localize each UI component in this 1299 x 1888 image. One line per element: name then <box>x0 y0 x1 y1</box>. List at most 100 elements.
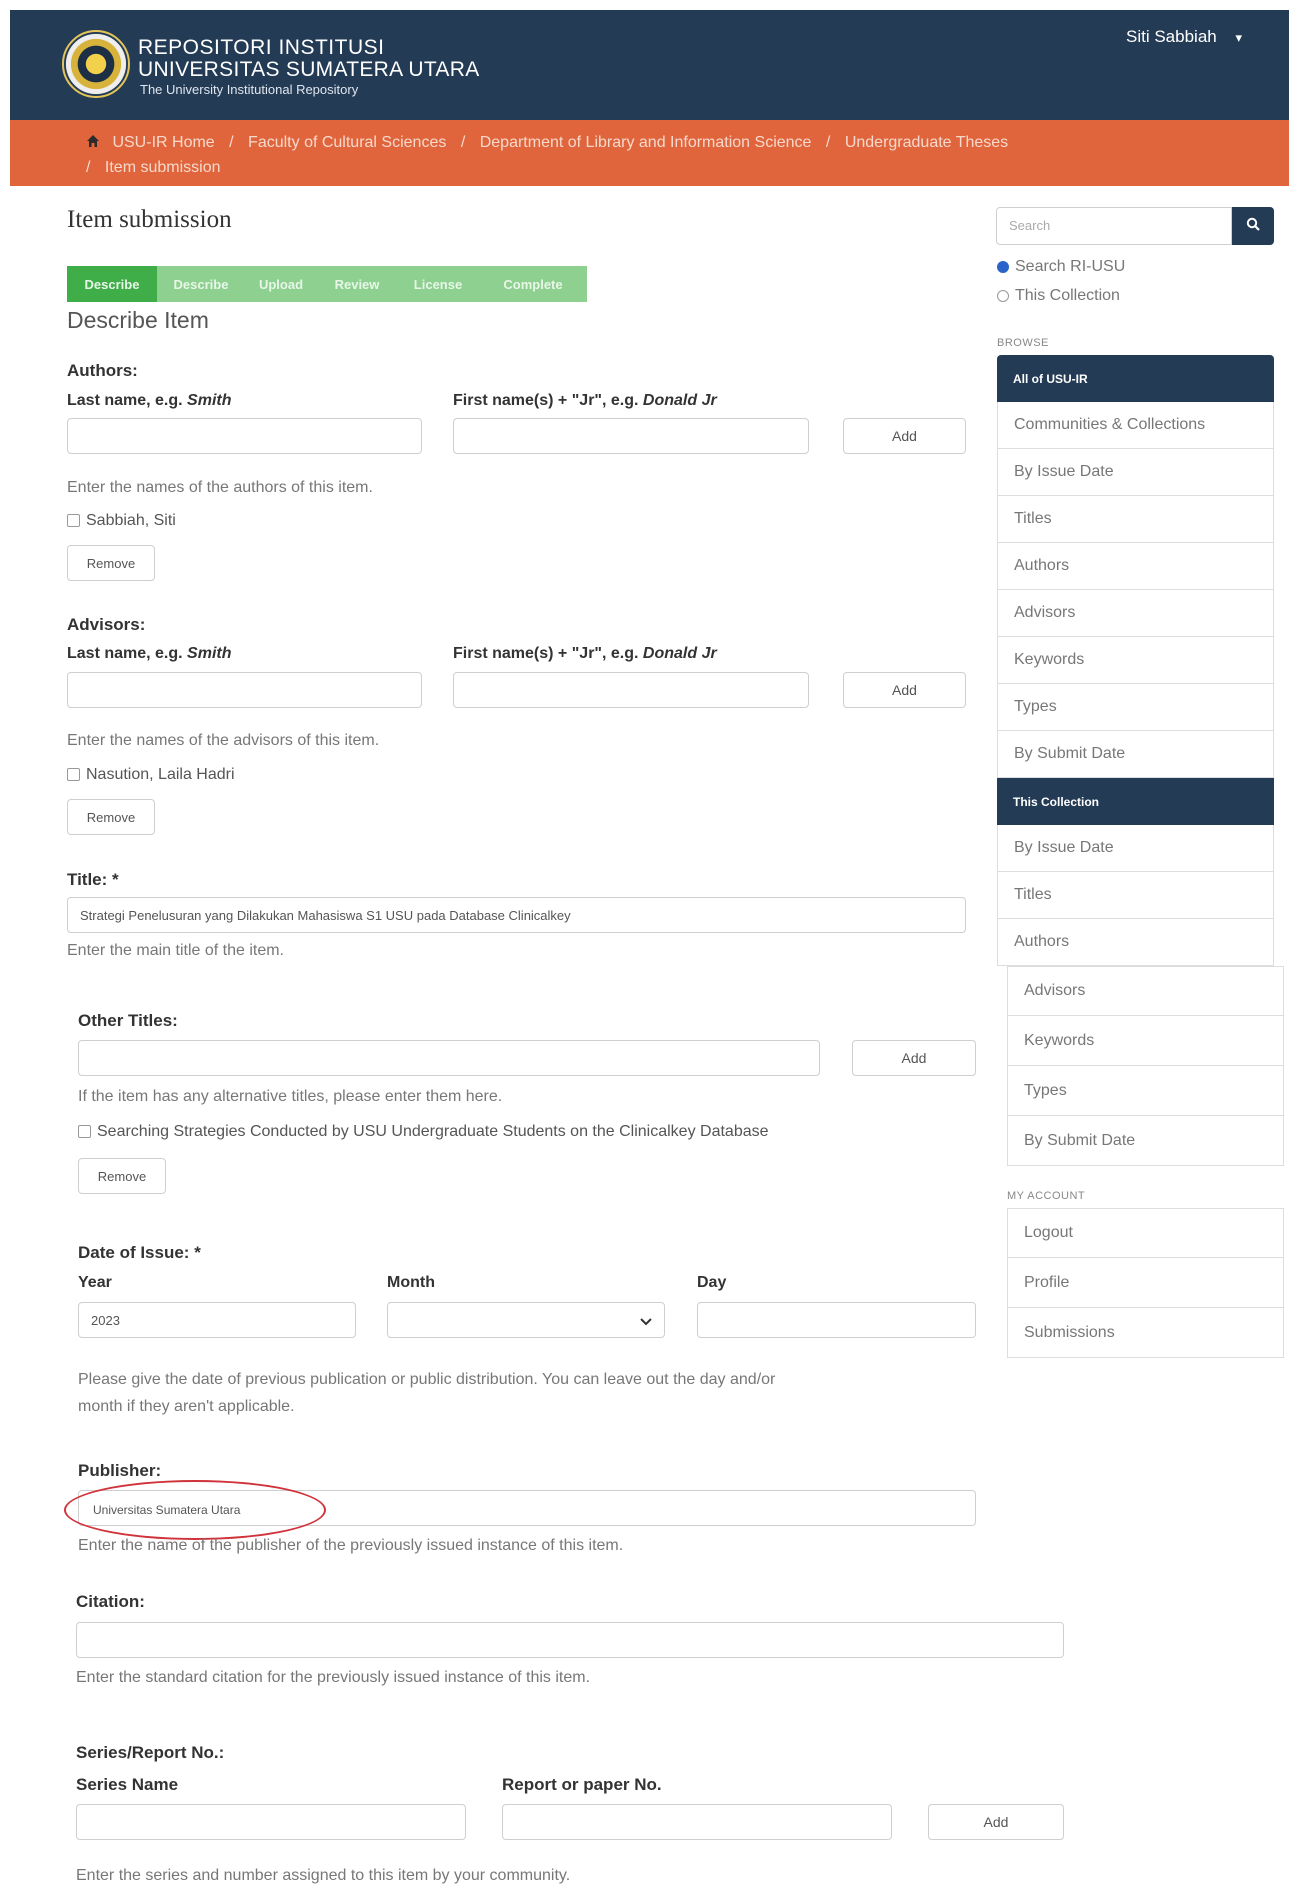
other-titles-add-button[interactable]: Add <box>852 1040 976 1076</box>
step-describe-1[interactable]: Describe <box>67 266 157 302</box>
breadcrumb-separator: / <box>229 134 234 151</box>
authors-add-button[interactable]: Add <box>843 418 966 454</box>
authors-last-name-input[interactable] <box>67 418 422 454</box>
university-logo-icon[interactable] <box>62 30 130 98</box>
authors-entry-checkbox[interactable] <box>67 514 80 528</box>
scope-collection-label: This Collection <box>1015 287 1120 304</box>
advisors-first-name-input[interactable] <box>453 672 809 708</box>
month-select[interactable] <box>387 1302 665 1338</box>
other-titles-entry: Searching Strategies Conducted by USU Un… <box>78 1123 769 1141</box>
advisors-label: Advisors: <box>67 615 146 634</box>
publisher-help-text: Enter the name of the publisher of the p… <box>78 1537 624 1554</box>
scope-collection-option[interactable]: This Collection <box>997 287 1120 305</box>
day-input[interactable] <box>697 1302 976 1338</box>
highlight-annotation <box>64 1480 326 1540</box>
breadcrumb-home[interactable]: USU-IR Home <box>112 134 214 151</box>
scope-all-label: Search RI-USU <box>1015 258 1126 275</box>
citation-input[interactable] <box>76 1622 1064 1658</box>
advisors-last-name-input[interactable] <box>67 672 422 708</box>
advisors-help-text: Enter the names of the advisors of this … <box>67 732 380 749</box>
scope-collection-radio[interactable] <box>997 289 1009 302</box>
search-input[interactable]: Search <box>996 207 1232 245</box>
breadcrumb-trail: USU-IR Home / Faculty of Cultural Scienc… <box>86 130 1266 180</box>
series-name-input[interactable] <box>76 1804 466 1840</box>
browse-heading: BROWSE <box>997 337 1049 349</box>
series-add-button[interactable]: Add <box>928 1804 1064 1840</box>
this-collection-header: This Collection <box>997 778 1274 825</box>
breadcrumb-collection[interactable]: Undergraduate Theses <box>845 134 1008 151</box>
search-button[interactable] <box>1232 207 1274 245</box>
title-help-text: Enter the main title of the item. <box>67 942 284 959</box>
breadcrumb-faculty[interactable]: Faculty of Cultural Sciences <box>248 134 446 151</box>
collection-titles[interactable]: Titles <box>997 872 1274 919</box>
collection-keywords[interactable]: Keywords <box>1007 1016 1284 1066</box>
date-issue-label: Date of Issue: * <box>78 1243 201 1262</box>
title-input[interactable]: Strategi Penelusuran yang Dilakukan Maha… <box>67 897 966 933</box>
other-titles-label: Other Titles: <box>78 1011 178 1030</box>
citation-label: Citation: <box>76 1592 145 1611</box>
year-input[interactable]: 2023 <box>78 1302 356 1338</box>
browse-by-submit-date[interactable]: By Submit Date <box>997 731 1274 778</box>
brand-line-1[interactable]: REPOSITORI INSTITUSI <box>138 36 384 60</box>
collection-by-submit-date[interactable]: By Submit Date <box>1007 1116 1284 1166</box>
series-help-text: Enter the series and number assigned to … <box>76 1867 571 1884</box>
browse-keywords[interactable]: Keywords <box>997 637 1274 684</box>
user-menu[interactable]: Siti Sabbiah ▾ <box>1126 27 1242 47</box>
scope-all-radio[interactable] <box>997 260 1009 273</box>
year-input-value: 2023 <box>91 1313 120 1328</box>
scope-all-option[interactable]: Search RI-USU <box>997 258 1125 276</box>
step-complete[interactable]: Complete <box>479 266 587 302</box>
home-icon[interactable] <box>86 131 100 147</box>
other-titles-remove-button[interactable]: Remove <box>78 1158 166 1194</box>
browse-authors[interactable]: Authors <box>997 543 1274 590</box>
date-issue-help-text: Please give the date of previous publica… <box>78 1371 776 1415</box>
section-title: Describe Item <box>67 307 209 333</box>
collection-by-issue-date[interactable]: By Issue Date <box>997 825 1274 872</box>
my-account-heading: MY ACCOUNT <box>1007 1190 1086 1202</box>
citation-help-text: Enter the standard citation for the prev… <box>76 1669 591 1686</box>
other-titles-entry-text: Searching Strategies Conducted by USU Un… <box>97 1123 769 1140</box>
browse-communities-collections[interactable]: Communities & Collections <box>997 402 1274 449</box>
browse-types[interactable]: Types <box>997 684 1274 731</box>
browse-advisors[interactable]: Advisors <box>997 590 1274 637</box>
browse-by-issue-date[interactable]: By Issue Date <box>997 449 1274 496</box>
all-of-repository-header: All of USU-IR <box>997 355 1274 402</box>
advisors-remove-button[interactable]: Remove <box>67 799 155 835</box>
brand-tagline: The University Institutional Repository <box>140 82 359 97</box>
other-titles-input[interactable] <box>78 1040 820 1076</box>
authors-last-name-label: Last name, e.g. Smith <box>67 392 232 409</box>
brand-line-2[interactable]: UNIVERSITAS SUMATERA UTARA <box>138 58 480 82</box>
step-review[interactable]: Review <box>317 266 397 302</box>
user-name: Siti Sabbiah <box>1126 27 1217 46</box>
advisors-entry-name: Nasution, Laila Hadri <box>86 766 235 783</box>
breadcrumb-separator: / <box>460 134 466 151</box>
step-upload[interactable]: Upload <box>245 266 317 302</box>
advisors-last-name-label: Last name, e.g. Smith <box>67 645 232 662</box>
browse-titles[interactable]: Titles <box>997 496 1274 543</box>
authors-entry: Sabbiah, Siti <box>67 512 176 530</box>
month-label: Month <box>387 1274 435 1291</box>
collection-authors[interactable]: Authors <box>997 919 1274 966</box>
year-label: Year <box>78 1274 112 1291</box>
advisors-entry-checkbox[interactable] <box>67 768 80 782</box>
other-titles-entry-checkbox[interactable] <box>78 1125 91 1139</box>
authors-label: Authors: <box>67 361 138 380</box>
collection-types[interactable]: Types <box>1007 1066 1284 1116</box>
advisors-add-button[interactable]: Add <box>843 672 966 708</box>
authors-remove-button[interactable]: Remove <box>67 545 155 581</box>
account-profile[interactable]: Profile <box>1007 1258 1284 1308</box>
authors-first-name-input[interactable] <box>453 418 809 454</box>
collection-advisors[interactable]: Advisors <box>1007 966 1284 1016</box>
step-describe-2[interactable]: Describe <box>157 266 245 302</box>
advisors-first-name-label: First name(s) + "Jr", e.g. Donald Jr <box>453 645 717 662</box>
search-placeholder: Search <box>1009 218 1051 233</box>
account-logout[interactable]: Logout <box>1007 1208 1284 1258</box>
series-label: Series/Report No.: <box>76 1743 225 1762</box>
breadcrumb-department[interactable]: Department of Library and Information Sc… <box>480 134 812 151</box>
publisher-label: Publisher: <box>78 1461 162 1480</box>
report-number-input[interactable] <box>502 1804 892 1840</box>
page-title: Item submission <box>67 206 232 233</box>
chevron-down-icon: ▾ <box>1235 30 1242 45</box>
account-submissions[interactable]: Submissions <box>1007 1308 1284 1358</box>
step-license[interactable]: License <box>397 266 479 302</box>
